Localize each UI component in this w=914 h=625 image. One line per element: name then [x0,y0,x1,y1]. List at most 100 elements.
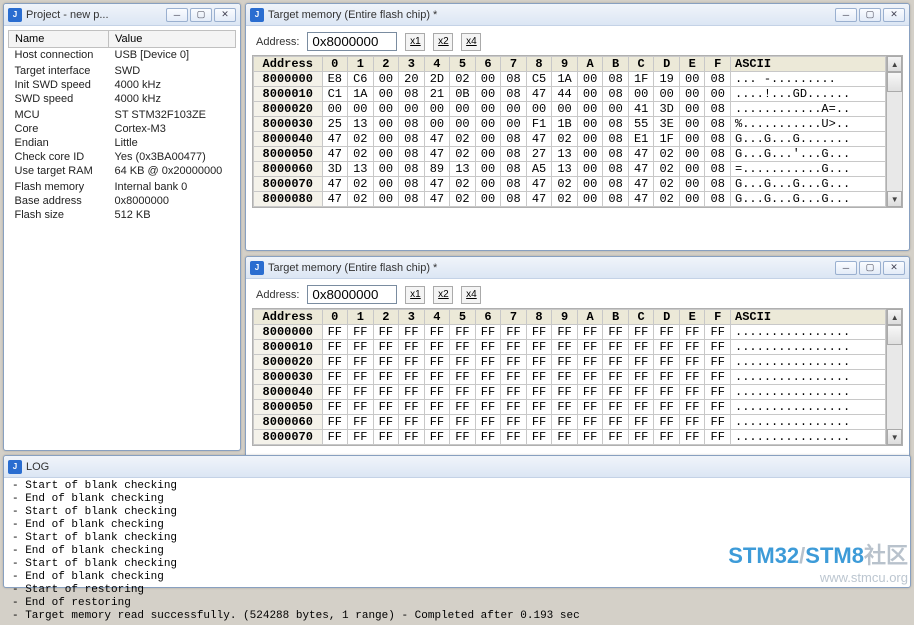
hex-byte[interactable]: 08 [705,72,731,87]
hex-byte[interactable]: 00 [654,87,680,102]
hex-byte[interactable]: FF [577,415,603,430]
hex-byte[interactable]: 02 [348,192,374,207]
hex-byte[interactable]: 02 [348,132,374,147]
hex-byte[interactable]: 00 [552,102,578,117]
hex-byte[interactable]: FF [526,355,552,370]
hex-byte[interactable]: FF [373,325,399,340]
hex-byte[interactable]: FF [526,340,552,355]
hex-byte[interactable]: FF [348,325,374,340]
hex-byte[interactable]: FF [322,370,348,385]
property-row[interactable]: Flash memoryInternal bank 0 [9,180,236,194]
hex-byte[interactable]: 1B [552,117,578,132]
hex-byte[interactable]: FF [399,325,425,340]
hex-byte[interactable]: FF [552,400,578,415]
hex-byte[interactable]: 00 [577,132,603,147]
hex-byte[interactable]: FF [526,415,552,430]
hex-byte[interactable]: 02 [348,147,374,162]
hex-byte[interactable]: FF [424,325,450,340]
hex-byte[interactable]: 08 [603,72,629,87]
hex-byte[interactable]: FF [373,385,399,400]
hex-byte[interactable]: 08 [399,87,425,102]
hex-byte[interactable]: FF [705,415,731,430]
hex-byte[interactable]: 21 [424,87,450,102]
scrollbar[interactable]: ▲ ▼ [886,56,902,207]
hex-byte[interactable]: FF [373,430,399,445]
hex-byte[interactable]: 02 [654,162,680,177]
hex-byte[interactable]: C5 [526,72,552,87]
hex-byte[interactable]: 00 [577,147,603,162]
hex-byte[interactable]: 47 [322,132,348,147]
hex-byte[interactable]: 20 [399,72,425,87]
hex-byte[interactable]: FF [399,430,425,445]
maximize-button[interactable]: ▢ [859,8,881,22]
hex-byte[interactable]: FF [603,355,629,370]
hex-byte[interactable]: 00 [679,147,705,162]
hex-byte[interactable]: 47 [322,177,348,192]
close-button[interactable]: ✕ [883,261,905,275]
hex-byte[interactable]: 08 [501,72,527,87]
hex-byte[interactable]: 1F [628,72,654,87]
hex-byte[interactable]: 08 [399,177,425,192]
hex-byte[interactable]: 3E [654,117,680,132]
hex-byte[interactable]: 08 [399,117,425,132]
hex-byte[interactable]: 02 [552,177,578,192]
hex-byte[interactable]: FF [475,325,501,340]
hex-byte[interactable]: 00 [322,102,348,117]
zoom-x2-button[interactable]: x2 [433,33,453,51]
hex-byte[interactable]: 13 [552,162,578,177]
hex-row[interactable]: 8000010C11A0008210B00084744000800000000.… [254,87,886,102]
property-row[interactable]: Target interfaceSWD [9,64,236,78]
hex-byte[interactable]: 47 [526,177,552,192]
hex-byte[interactable]: FF [577,325,603,340]
hex-byte[interactable]: 00 [577,192,603,207]
hex-byte[interactable]: FF [475,370,501,385]
hex-byte[interactable]: FF [552,370,578,385]
hex-byte[interactable]: 47 [424,177,450,192]
hex-row[interactable]: 8000030FFFFFFFFFFFFFFFFFFFFFFFFFFFFFFFF.… [254,370,886,385]
hex-byte[interactable]: FF [424,430,450,445]
hex-row[interactable]: 8000040470200084702000847020008E11F0008G… [254,132,886,147]
hex-byte[interactable]: 00 [475,192,501,207]
hex-byte[interactable]: 02 [450,132,476,147]
scroll-up-icon[interactable]: ▲ [887,56,902,72]
hex-byte[interactable]: FF [450,400,476,415]
hex-byte[interactable]: FF [373,400,399,415]
hex-byte[interactable]: FF [526,400,552,415]
property-row[interactable]: Flash size512 KB [9,208,236,222]
hex-byte[interactable]: FF [552,325,578,340]
hex-row[interactable]: 8000040FFFFFFFFFFFFFFFFFFFFFFFFFFFFFFFF.… [254,385,886,400]
scroll-down-icon[interactable]: ▼ [887,429,902,445]
hex-byte[interactable]: FF [705,355,731,370]
hex-byte[interactable]: 00 [577,72,603,87]
property-row[interactable]: MCUST STM32F103ZE [9,108,236,122]
hex-byte[interactable]: FF [628,430,654,445]
address-input[interactable] [307,32,397,51]
hex-row[interactable]: 8000050FFFFFFFFFFFFFFFFFFFFFFFFFFFFFFFF.… [254,400,886,415]
hex-byte[interactable]: 0B [450,87,476,102]
hex-byte[interactable]: FF [679,385,705,400]
hex-byte[interactable]: FF [654,400,680,415]
hex-byte[interactable]: FF [679,370,705,385]
hex-byte[interactable]: 00 [450,102,476,117]
hex-byte[interactable]: 08 [501,177,527,192]
zoom-x4-button[interactable]: x4 [461,33,481,51]
hex-byte[interactable]: 00 [373,117,399,132]
hex-byte[interactable]: 02 [654,147,680,162]
hex-byte[interactable]: FF [399,340,425,355]
hex-byte[interactable]: 08 [603,192,629,207]
hex-byte[interactable]: 2D [424,72,450,87]
hex-row[interactable]: 8000010FFFFFFFFFFFFFFFFFFFFFFFFFFFFFFFF.… [254,340,886,355]
maximize-button[interactable]: ▢ [190,8,212,22]
hex-byte[interactable]: 08 [501,147,527,162]
hex-byte[interactable]: FF [679,415,705,430]
hex-byte[interactable]: FF [373,340,399,355]
hex-byte[interactable]: 00 [373,192,399,207]
property-row[interactable]: CoreCortex-M3 [9,122,236,136]
hex-byte[interactable]: FF [348,415,374,430]
hex-byte[interactable]: FF [450,370,476,385]
hex-byte[interactable]: 02 [450,192,476,207]
hex-byte[interactable]: FF [603,400,629,415]
hex-byte[interactable]: FF [424,385,450,400]
hex-byte[interactable]: 00 [373,132,399,147]
hex-byte[interactable]: FF [501,355,527,370]
